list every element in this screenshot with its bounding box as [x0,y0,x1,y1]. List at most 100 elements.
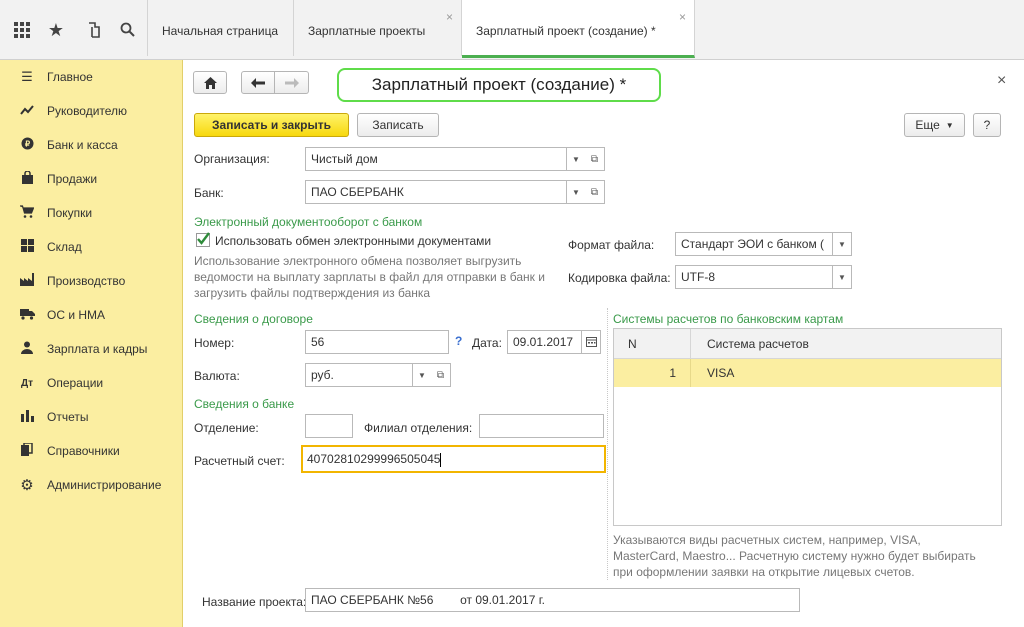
close-icon[interactable]: × [679,10,686,24]
sidebar-item-salary-hr[interactable]: Зарплата и кадры [0,332,183,366]
edo-checkbox-label[interactable]: Использовать обмен электронными документ… [215,234,491,248]
save-button[interactable]: Записать [357,113,439,137]
sidebar-item-manager[interactable]: Руководителю [0,94,183,128]
file-format-field[interactable]: Стандарт ЭОИ с банком ( [675,232,833,256]
account-value: 40702810299996505045 [307,452,441,466]
home-button[interactable] [193,71,227,94]
sidebar-item-purchases[interactable]: Покупки [0,196,183,230]
column-separator [607,308,608,580]
sidebar-item-catalogs[interactable]: Справочники [0,434,183,468]
chevron-down-icon[interactable]: ▼ [566,180,586,204]
card-systems-table[interactable]: N Система расчетов 1 VISA [613,328,1002,526]
history-icon[interactable] [82,18,106,42]
date-field[interactable]: 09.01.2017 [507,330,582,354]
table-row[interactable]: 1 VISA [614,359,1001,387]
bank-label: Банк: [194,186,224,200]
page-title: Зарплатный проект (создание) * [337,68,661,102]
encoding-field[interactable]: UTF-8 [675,265,833,289]
sidebar-item-sales[interactable]: Продажи [0,162,183,196]
open-icon[interactable]: ⧉ [585,147,605,171]
currency-field[interactable]: руб. [305,363,413,387]
number-label: Номер: [194,336,235,350]
books-icon [19,442,35,459]
star-icon[interactable]: ★ [44,18,68,42]
chevron-down-icon: ▼ [945,120,954,130]
sidebar-item-label: Справочники [47,444,120,458]
bag-icon [19,170,35,187]
sidebar-item-label: Отчеты [47,410,89,424]
chevron-down-icon[interactable]: ▼ [412,363,432,387]
tab-salary-project-new[interactable]: Зарплатный проект (создание) * × [462,0,695,58]
sidebar-item-warehouse[interactable]: Склад [0,230,183,264]
sidebar-item-label: Банк и касса [47,138,118,152]
open-icon[interactable]: ⧉ [431,363,451,387]
encoding-label: Кодировка файла: [568,271,671,285]
currency-label: Валюта: [194,369,240,383]
forward-button[interactable] [275,71,309,94]
close-icon[interactable]: × [997,72,1006,90]
edo-checkbox[interactable] [196,232,210,247]
card-systems-hint: Указываются виды расчетных систем, напри… [613,532,1013,580]
chevron-down-icon[interactable]: ▼ [832,265,852,289]
help-button[interactable]: ? [973,113,1001,137]
hint-line: при оформлении заявки на открытие лицевы… [613,565,915,579]
bar-chart-icon [19,409,35,425]
sidebar-item-label: Операции [47,376,104,390]
date-label: Дата: [472,336,502,350]
card-systems-group-title: Системы расчетов по банковским картам [613,312,844,326]
calendar-icon[interactable] [581,330,601,354]
tab-home[interactable]: Начальная страница [147,0,294,56]
tab-label: Зарплатные проекты [308,24,426,38]
more-button[interactable]: Еще ▼ [904,113,965,137]
truck-icon [19,308,35,323]
hint-line: загрузить файлы подтверждения из банка [194,286,431,300]
chevron-down-icon[interactable]: ▼ [832,232,852,256]
sidebar-item-bank-cash[interactable]: ₽ Банк и касса [0,128,183,162]
account-label: Расчетный счет: [194,454,285,468]
column-divider [690,329,691,358]
branch-label: Отделение: [194,421,259,435]
tab-label: Начальная страница [162,24,279,38]
sidebar-item-operations[interactable]: Дт Операции [0,366,183,400]
bank-field[interactable]: ПАО СБЕРБАНК [305,180,567,204]
project-name-field[interactable]: ПАО СБЕРБАНК №56 от 09.01.2017 г. [305,588,800,612]
hint-line: Использование электронного обмена позвол… [194,254,522,268]
save-and-close-button[interactable]: Записать и закрыть [194,113,349,137]
sidebar-item-reports[interactable]: Отчеты [0,400,183,434]
search-icon[interactable] [116,18,140,42]
organization-field[interactable]: Чистый дом [305,147,567,171]
top-bar: ★ Начальная страница Зарплатные проекты … [0,0,1024,60]
sidebar-item-label: Руководителю [47,104,128,118]
back-button[interactable] [241,71,275,94]
cell-system: VISA [707,366,735,380]
column-divider [690,359,691,387]
menu-lines-icon: ☰ [21,69,33,84]
help-icon[interactable]: ? [455,334,462,348]
branch-field[interactable] [305,414,353,438]
close-icon[interactable]: × [446,10,453,24]
column-header-n[interactable]: N [628,329,637,358]
sidebar-item-main[interactable]: ☰ Главное [0,60,183,94]
gear-icon: ⚙ [20,477,34,494]
sidebar-item-label: ОС и НМА [47,308,106,322]
account-field[interactable]: 40702810299996505045 [301,445,606,473]
edo-group-title: Электронный документооборот с банком [194,215,423,229]
sidebar-item-administration[interactable]: ⚙ Администрирование [0,468,183,502]
svg-text:₽: ₽ [24,140,29,149]
sub-branch-field[interactable] [479,414,604,438]
coin-icon: ₽ [19,137,35,153]
file-format-label: Формат файла: [568,238,655,252]
chevron-down-icon[interactable]: ▼ [566,147,586,171]
column-header-system[interactable]: Система расчетов [707,329,809,358]
home-icon [203,76,217,89]
tab-label: Зарплатный проект (создание) * [476,24,656,38]
arrow-right-icon [284,77,299,88]
open-icon[interactable]: ⧉ [585,180,605,204]
tab-salary-projects[interactable]: Зарплатные проекты × [294,0,462,56]
cart-icon [19,205,35,221]
sidebar-item-production[interactable]: Производство [0,264,183,298]
number-field[interactable]: 56 [305,330,449,354]
sidebar: ☰ Главное Руководителю ₽ Банк и касса Пр… [0,60,183,627]
apps-grid-icon[interactable] [10,18,34,42]
sidebar-item-fixed-assets[interactable]: ОС и НМА [0,298,183,332]
